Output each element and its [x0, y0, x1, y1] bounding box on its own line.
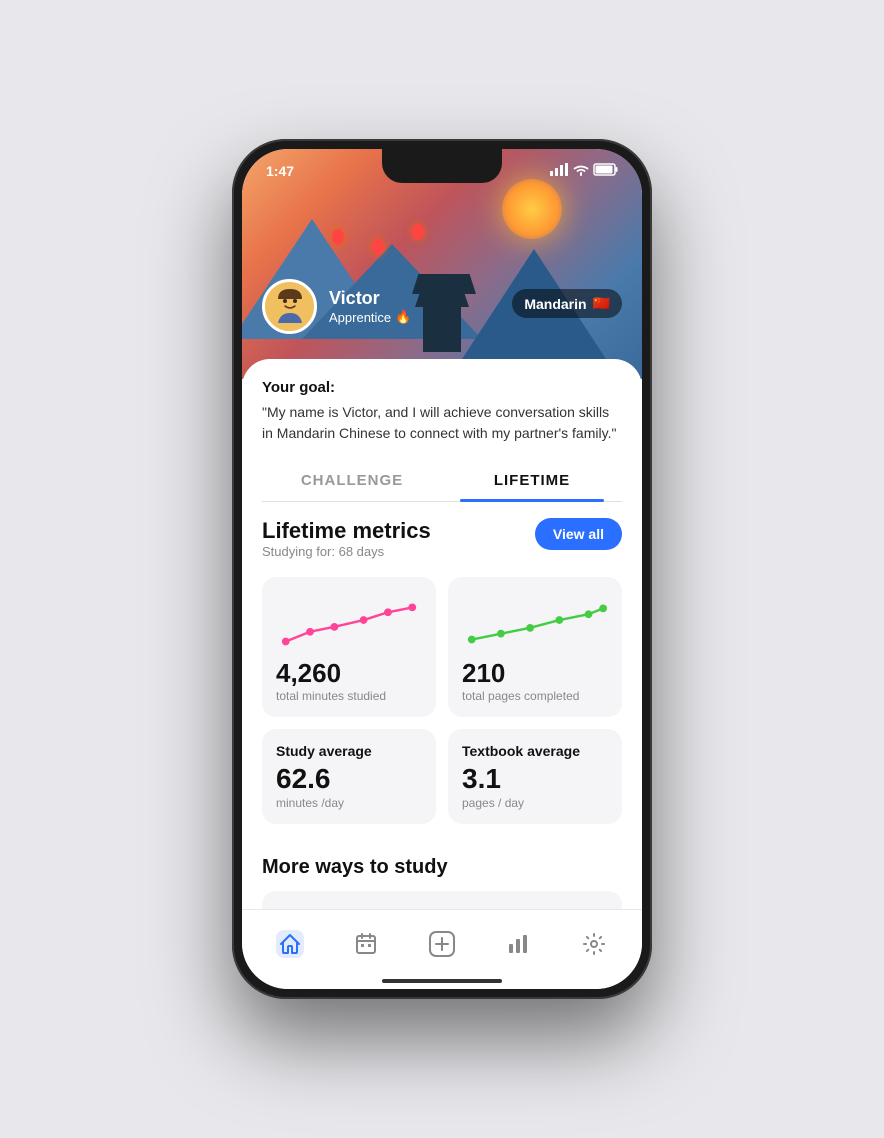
phone-notch: [382, 149, 502, 183]
language-name: Mandarin: [524, 296, 586, 312]
bottom-nav: [242, 909, 642, 989]
home-icon: [276, 930, 304, 958]
nav-stats[interactable]: [492, 922, 544, 966]
lantern-1: [332, 229, 344, 245]
goal-label: Your goal:: [262, 379, 622, 396]
metrics-title-text: Lifetime metrics: [262, 518, 431, 544]
minutes-value: 4,260: [276, 660, 422, 686]
stat-textbook-unit: pages / day: [462, 796, 608, 810]
main-content: Your goal: "My name is Victor, and I wil…: [242, 359, 642, 989]
calendar-icon: [352, 930, 380, 958]
pages-value: 210: [462, 660, 608, 686]
metrics-header: Lifetime metrics Studying for: 68 days V…: [262, 518, 622, 573]
profile-level: Apprentice 🔥: [329, 309, 411, 325]
metrics-section: Lifetime metrics Studying for: 68 days V…: [242, 502, 642, 856]
language-badge[interactable]: Mandarin 🇨🇳: [512, 289, 622, 318]
tab-lifetime[interactable]: LIFETIME: [442, 460, 622, 501]
status-time: 1:47: [266, 163, 294, 179]
home-indicator: [382, 979, 502, 983]
minutes-label: total minutes studied: [276, 689, 422, 703]
stat-card-study: Study average 62.6 minutes /day: [262, 729, 436, 824]
lantern-3: [412, 224, 424, 240]
tabs-container: CHALLENGE LIFETIME: [262, 460, 622, 502]
metric-card-minutes: 4,260 total minutes studied: [262, 577, 436, 717]
metric-card-pages: 210 total pages completed: [448, 577, 622, 717]
view-all-button[interactable]: View all: [535, 518, 622, 550]
nav-settings[interactable]: [568, 922, 620, 966]
metrics-title: Lifetime metrics Studying for: 68 days: [262, 518, 431, 573]
profile-name: Victor: [329, 288, 411, 309]
phone-screen: 1:47: [242, 149, 642, 989]
pages-chart: [462, 592, 608, 652]
profile-section: Victor Apprentice 🔥: [262, 279, 411, 334]
studying-days: Studying for: 68 days: [262, 544, 431, 559]
stat-textbook-value: 3.1: [462, 765, 608, 793]
goal-text: "My name is Victor, and I will achieve c…: [262, 402, 622, 444]
avatar: [262, 279, 317, 334]
nav-calendar[interactable]: [340, 922, 392, 966]
pagoda: [412, 274, 472, 364]
profile-info: Victor Apprentice 🔥: [329, 288, 411, 325]
goal-section: Your goal: "My name is Victor, and I wil…: [242, 359, 642, 460]
phone-frame: 1:47: [232, 139, 652, 999]
bar-chart-icon: [504, 930, 532, 958]
stat-study-unit: minutes /day: [276, 796, 422, 810]
metrics-grid: 4,260 total minutes studied: [262, 577, 622, 717]
stats-row: Study average 62.6 minutes /day Textbook…: [262, 729, 622, 824]
nav-home[interactable]: [264, 922, 316, 966]
tab-challenge[interactable]: CHALLENGE: [262, 460, 442, 501]
stat-textbook-title: Textbook average: [462, 743, 608, 759]
nav-add[interactable]: [416, 922, 468, 966]
plus-icon: [428, 930, 456, 958]
battery-icon: [594, 163, 618, 176]
more-study-title: More ways to study: [262, 856, 622, 879]
stat-study-title: Study average: [276, 743, 422, 759]
signal-icon: [550, 163, 568, 176]
stat-study-value: 62.6: [276, 765, 422, 793]
wifi-icon: [573, 164, 589, 176]
language-flag: 🇨🇳: [593, 295, 610, 312]
stat-card-textbook: Textbook average 3.1 pages / day: [448, 729, 622, 824]
gear-icon: [580, 930, 608, 958]
pages-label: total pages completed: [462, 689, 608, 703]
minutes-chart: [276, 592, 422, 652]
lantern-2: [372, 239, 384, 255]
status-icons: [550, 163, 618, 176]
